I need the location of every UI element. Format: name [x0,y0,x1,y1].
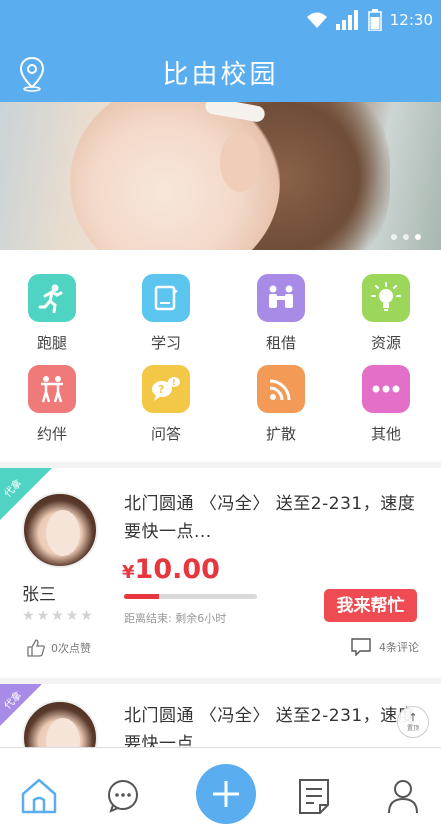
top-bar: 12:30 比由校园 [0,0,441,102]
category-label: 问答 [150,425,181,443]
carousel-dots [391,234,421,240]
category-label: 约伴 [36,425,67,443]
user-name: 张三 [22,585,56,605]
category-running[interactable]: 跑腿 [7,274,97,353]
status-bar: 12:30 [306,6,433,34]
price-value: 10.00 [134,554,220,585]
nav-home[interactable] [17,774,61,818]
help-button[interactable]: 我来帮忙 [324,589,417,622]
avatar[interactable] [22,492,98,568]
category-resources[interactable]: 资源 [341,274,431,353]
star-icon: ★ [65,608,79,624]
star-icon: ★ [36,608,50,624]
star-icon: ★ [22,608,35,624]
currency-symbol: ¥ [122,562,135,583]
task-description: 北门圆通 〈冯全〉 送至2-231，速度要快一点 [124,706,416,747]
battery-icon [368,9,382,31]
progress-fill [124,594,159,599]
category-label: 其他 [370,425,401,443]
chat-icon [108,780,138,813]
broadcast-icon [257,365,305,413]
category-label: 跑腿 [36,334,67,352]
wifi-icon [306,12,327,28]
category-label: 租借 [265,334,296,352]
task-price: ¥10.00 [122,554,220,585]
banner-image-ear [220,132,260,192]
running-icon [28,274,76,322]
add-icon [213,781,239,807]
home-icon [21,778,57,814]
nav-profile[interactable] [381,774,425,818]
category-qa[interactable]: ?! 问答 [121,365,211,444]
back-to-top-button[interactable]: ↑ 置顶 [397,706,429,738]
page-title: 比由校园 [162,60,279,90]
star-icon: ★ [80,608,93,624]
user-icon [388,780,418,814]
comment-button[interactable]: 4条评论 [351,638,419,656]
more-dots-icon [362,365,410,413]
status-time: 12:30 [389,11,433,29]
time-remaining: 距离结束: 剩余6小时 [124,612,227,625]
like-button[interactable]: 0次点赞 [26,638,91,658]
list-icon [299,779,329,814]
people-exchange-icon [257,274,305,322]
category-label: 扩散 [265,425,296,443]
svg-text:?: ? [158,383,164,396]
task-description: 北门圆通 〈冯全〉 送至2-231，速度要快一点... [124,494,416,542]
category-companion[interactable]: 约伴 [7,365,97,444]
book-icon [142,274,190,322]
nav-messages[interactable] [101,774,145,818]
nav-orders[interactable] [292,774,336,818]
carousel-dot-active[interactable] [415,234,421,240]
bottom-nav [0,747,441,839]
task-card[interactable]: 代拿 张三 ★ ★ ★ ★ ★ 北门圆通 〈冯全〉 送至2-231，速度要快一点... … [0,468,441,678]
star-icon: ★ [51,608,64,624]
arrow-up-icon: ↑ [408,710,418,724]
signal-icon [335,10,358,30]
category-grid: 跑腿 学习 租借 资源 约伴 ?! 问答 扩散 其他 [0,250,441,462]
svg-text:!: ! [172,378,176,387]
lightbulb-icon [362,274,410,322]
back-to-top-label: 置顶 [406,724,419,732]
category-label: 资源 [370,334,401,352]
category-other[interactable]: 其他 [341,365,431,444]
comment-icon [351,638,371,656]
carousel-dot[interactable] [403,234,409,240]
carousel-dot[interactable] [391,234,397,240]
banner-carousel[interactable] [0,102,441,250]
time-progress-bar [124,594,257,599]
question-bubble-icon: ?! [142,365,190,413]
category-rent[interactable]: 租借 [236,274,326,353]
category-spread[interactable]: 扩散 [236,365,326,444]
category-label: 学习 [150,334,181,352]
comment-count: 4条评论 [379,641,419,654]
dancing-couple-icon [28,365,76,413]
task-card[interactable]: 代拿 北门圆通 〈冯全〉 送至2-231，速度要快一点 [0,684,441,747]
add-task-button[interactable] [196,764,256,824]
rating-stars: ★ ★ ★ ★ ★ [22,608,93,624]
thumbs-up-icon [27,639,45,657]
like-count: 0次点赞 [51,642,91,655]
category-study[interactable]: 学习 [121,274,211,353]
